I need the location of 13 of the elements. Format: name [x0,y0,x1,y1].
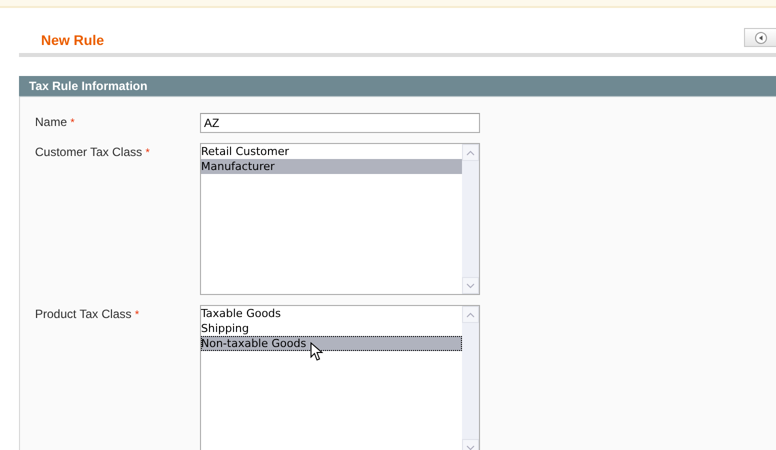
list-option[interactable]: Retail Customer [201,144,462,159]
field-label: Product Tax Class * [35,306,140,323]
listbox[interactable]: Taxable Goods Shipping Non-taxable Goods [200,305,480,450]
listbox[interactable]: Retail Customer Manufacturer [200,143,480,295]
list-option[interactable]: Manufacturer [201,159,462,174]
list-option[interactable]: Taxable Goods [201,306,462,321]
name-field[interactable]: AZ [200,113,480,133]
page-title: New Rule [41,32,104,48]
section-header: Tax Rule Information [19,76,776,97]
list-option[interactable]: Shipping [201,321,462,336]
field-label: Customer Tax Class * [35,144,151,161]
field-label: Name * [35,114,76,131]
list-option[interactable]: Non-taxable Goods [201,336,462,351]
